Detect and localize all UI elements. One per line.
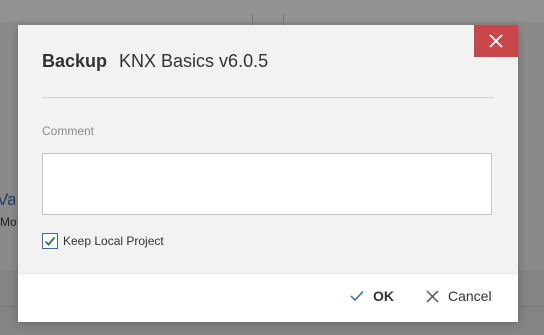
cancel-button-label: Cancel xyxy=(448,288,492,304)
title-divider xyxy=(42,97,494,98)
close-icon xyxy=(489,34,503,48)
keep-local-project-checkbox[interactable] xyxy=(42,233,58,249)
ok-button-label: OK xyxy=(373,288,394,304)
dialog-title-label: Backup xyxy=(42,51,108,71)
comment-input[interactable] xyxy=(42,153,492,215)
ok-button[interactable]: OK xyxy=(350,288,394,304)
background-project-subtitle: Mo xyxy=(0,215,17,229)
checkmark-icon xyxy=(350,290,364,302)
dialog-footer: OK Cancel xyxy=(18,273,518,322)
cancel-button[interactable]: Cancel xyxy=(426,288,492,304)
dialog-title: Backup KNX Basics v6.0.5 xyxy=(42,51,268,72)
close-button[interactable] xyxy=(474,25,518,57)
background-project-title: Va xyxy=(0,190,15,209)
keep-local-project-label: Keep Local Project xyxy=(63,234,164,248)
keep-local-project-option[interactable]: Keep Local Project xyxy=(42,233,164,249)
project-name: KNX Basics v6.0.5 xyxy=(119,51,269,71)
close-icon xyxy=(426,289,439,303)
backup-dialog: Backup KNX Basics v6.0.5 Comment Keep Lo… xyxy=(18,25,518,322)
checkmark-icon xyxy=(44,236,56,246)
background-toolbar xyxy=(0,0,544,22)
comment-label: Comment xyxy=(42,124,95,138)
